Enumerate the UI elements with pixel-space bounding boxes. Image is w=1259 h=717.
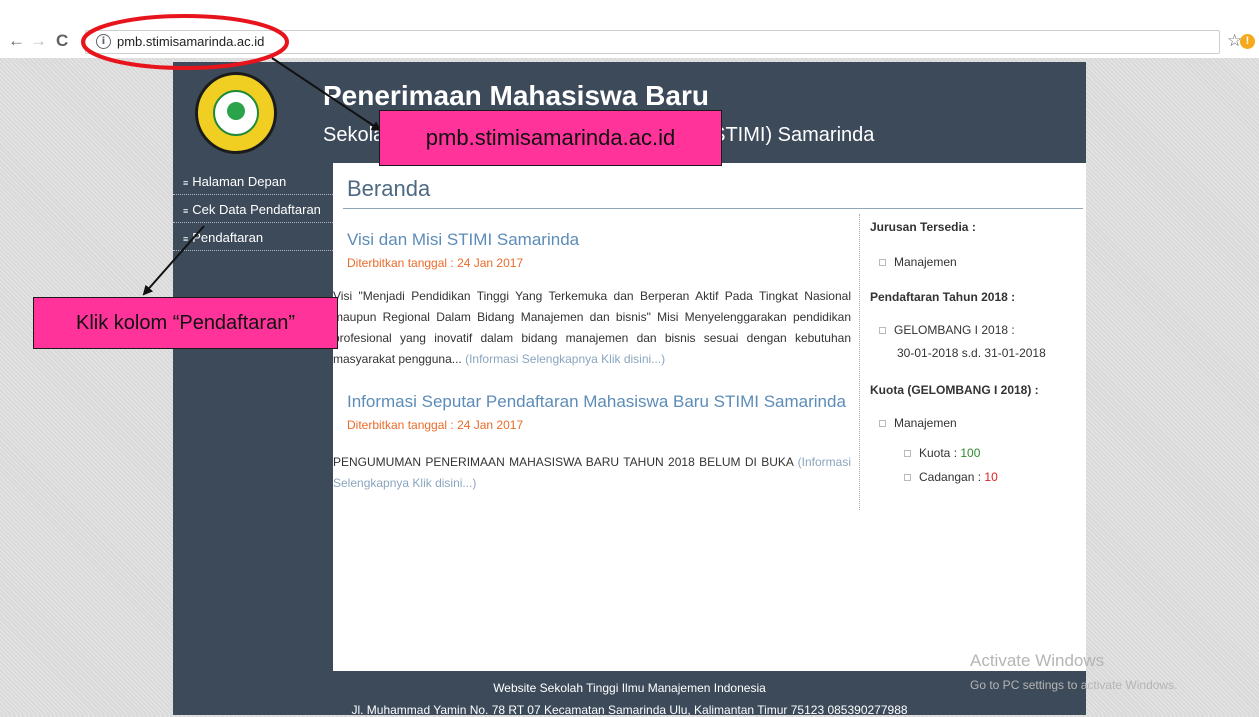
url-text[interactable]: pmb.stimisamarinda.ac.id: [117, 34, 264, 49]
page-title: Beranda: [347, 176, 431, 201]
gelombang-dates: 30-01-2018 s.d. 31-01-2018: [897, 346, 1046, 360]
article-body: PENGUMUMAN PENERIMAAN MAHASISWA BARU TAH…: [333, 455, 851, 490]
square-bullet-icon: [879, 259, 886, 267]
click-callout-box: Klik kolom “Pendaftaran”: [33, 297, 338, 349]
sidebar-item-halaman-depan[interactable]: ≡ Halaman Depan: [173, 168, 333, 195]
sidebar-item-cek-data[interactable]: ≡ Cek Data Pendaftaran: [173, 196, 333, 223]
info-icon[interactable]: i: [96, 34, 111, 49]
bullet-icon: ≡: [183, 234, 189, 244]
cadangan-item: Cadangan : 10: [904, 470, 998, 484]
url-callout-box: pmb.stimisamarinda.ac.id: [379, 110, 722, 166]
article-date: Diterbitkan tanggal : 24 Jan 2017: [347, 256, 524, 270]
square-bullet-icon: [879, 420, 886, 428]
footer-line-1: Website Sekolah Tinggi Ilmu Manajemen In…: [493, 681, 766, 695]
college-seal-logo: [195, 72, 277, 154]
bullet-icon: ≡: [183, 178, 189, 188]
alert-icon[interactable]: !: [1240, 34, 1255, 49]
kuota-item: Kuota : 100: [904, 446, 980, 460]
square-bullet-icon: [879, 327, 886, 335]
article-body: Visi "Menjadi Pendidikan Tinggi Yang Ter…: [333, 289, 851, 366]
article-title-link[interactable]: Informasi Seputar Pendaftaran Mahasiswa …: [347, 392, 846, 412]
address-bar[interactable]: i pmb.stimisamarinda.ac.id: [85, 30, 1220, 54]
site-title: Penerimaan Mahasiswa Baru: [323, 80, 709, 111]
article-title-link[interactable]: Visi dan Misi STIMI Samarinda: [347, 230, 579, 250]
kuota-value: 100: [960, 446, 981, 460]
cadangan-value: 10: [984, 470, 998, 484]
browser-toolbar: ← → C i pmb.stimisamarinda.ac.id ☆ !: [0, 0, 1259, 58]
column-divider: [859, 214, 861, 510]
article-date: Diterbitkan tanggal : 24 Jan 2017: [347, 418, 524, 432]
activate-windows-subtitle: Go to PC settings to activate Windows.: [970, 678, 1178, 692]
back-icon[interactable]: ←: [8, 31, 25, 51]
sidebar: ≡ Halaman Depan ≡ Cek Data Pendaftaran ≡ Pe…: [173, 163, 333, 671]
jurusan-item: Manajemen: [879, 255, 957, 269]
square-bullet-icon: [904, 474, 911, 482]
jurusan-heading: Jurusan Tersedia :: [870, 220, 976, 234]
forward-icon[interactable]: →: [30, 31, 47, 51]
sidebar-item-pendaftaran[interactable]: ≡ Pendaftaran: [173, 224, 333, 251]
pendaftaran-heading: Pendaftaran Tahun 2018 :: [870, 290, 1016, 304]
site-footer: Website Sekolah Tinggi Ilmu Manajemen In…: [173, 671, 1086, 717]
bullet-icon: ≡: [183, 206, 189, 216]
reload-icon[interactable]: C: [56, 31, 68, 51]
kuota-heading: Kuota (GELOMBANG I 2018) :: [870, 383, 1039, 397]
activate-windows-title: Activate Windows: [970, 651, 1105, 670]
kuota-jurusan: Manajemen: [879, 416, 957, 430]
gelombang-item: GELOMBANG I 2018 :: [879, 323, 1015, 337]
title-divider: [343, 208, 1083, 209]
square-bullet-icon: [904, 450, 911, 458]
read-more-link[interactable]: (Informasi Selengkapnya Klik disini...): [465, 352, 665, 366]
